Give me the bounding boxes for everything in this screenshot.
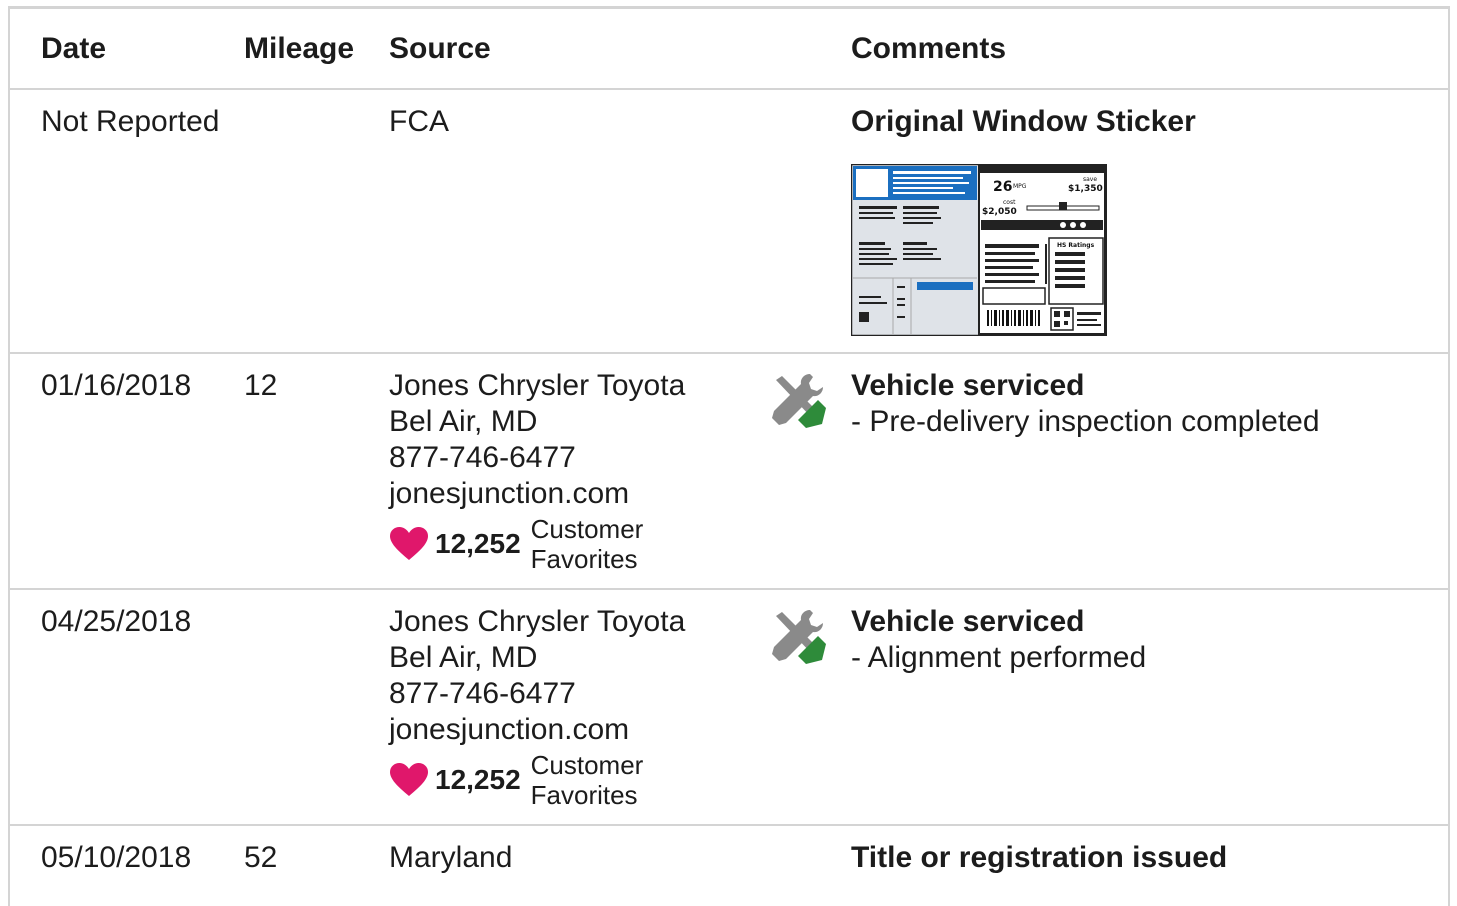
table-row: 04/25/2018 Jones Chrysler Toyota Bel Air…	[8, 590, 1450, 826]
sticker-save-amount: $1,350	[1068, 184, 1103, 194]
row-source: FCA	[389, 105, 449, 138]
header-comments: Comments	[851, 32, 1007, 65]
heart-icon	[390, 527, 428, 560]
comment-title: Original Window Sticker	[851, 105, 1196, 138]
table-row: 05/10/2018 52 Maryland Title or registra…	[8, 826, 1450, 906]
favorites-label: Customer Favorites	[531, 750, 644, 810]
header-source: Source	[389, 32, 491, 65]
source-phone[interactable]: 877-746-6477	[389, 676, 749, 712]
source-name: Jones Chrysler Toyota	[389, 605, 686, 638]
sticker-ratings-label: HS Ratings	[1057, 242, 1095, 249]
favorites-label-line1: Customer	[530, 514, 644, 544]
table-header-row: Date Mileage Source Comments	[8, 6, 1450, 90]
row-mileage: 12	[244, 369, 278, 402]
favorites-label: Customer Favorites	[531, 514, 644, 574]
service-tools-icon	[772, 610, 826, 664]
sticker-cost-label: cost	[1003, 199, 1016, 206]
source-name: Jones Chrysler Toyota	[389, 369, 686, 402]
customer-favorites[interactable]: 12,252 Customer Favorites	[389, 514, 749, 574]
row-mileage: 52	[244, 841, 278, 874]
favorites-label-line2: Favorites	[530, 780, 638, 810]
window-sticker-thumbnail[interactable]: 26 MPG save $1,350 cost $2,050 HS Rating…	[851, 164, 1107, 336]
favorites-label-line2: Favorites	[530, 544, 638, 574]
comment-detail: - Pre-delivery inspection completed	[851, 405, 1320, 438]
row-date: 04/25/2018	[41, 605, 192, 638]
comment-title: Title or registration issued	[851, 841, 1228, 874]
sticker-cost-amount: $2,050	[982, 207, 1017, 217]
table-row: 01/16/2018 12 Jones Chrysler Toyota Bel …	[8, 354, 1450, 590]
header-mileage: Mileage	[244, 32, 355, 65]
service-tools-icon	[772, 374, 826, 428]
source-location: Bel Air, MD	[389, 641, 538, 674]
favorites-count: 12,252	[435, 528, 521, 559]
source-phone[interactable]: 877-746-6477	[389, 440, 749, 476]
source-website-link[interactable]: jonesjunction.com	[389, 712, 749, 748]
source-location: Bel Air, MD	[389, 405, 538, 438]
comment-title: Vehicle serviced	[851, 605, 1085, 638]
favorites-label-line1: Customer	[530, 750, 644, 780]
customer-favorites[interactable]: 12,252 Customer Favorites	[389, 750, 749, 810]
favorites-count: 12,252	[435, 764, 521, 795]
sticker-mpg: 26	[993, 179, 1012, 195]
row-date: 05/10/2018	[41, 841, 192, 874]
row-source: Maryland	[389, 841, 513, 874]
sticker-save-label: save	[1083, 176, 1097, 183]
header-date: Date	[41, 32, 107, 65]
source-block: Jones Chrysler Toyota Bel Air, MD 877-74…	[389, 604, 749, 810]
row-date: Not Reported	[41, 105, 220, 138]
row-date: 01/16/2018	[41, 369, 192, 402]
comment-detail: - Alignment performed	[851, 641, 1147, 674]
heart-icon	[390, 763, 428, 796]
comment-title: Vehicle serviced	[851, 369, 1085, 402]
sticker-mpg-unit: MPG	[1013, 183, 1027, 190]
source-block: Jones Chrysler Toyota Bel Air, MD 877-74…	[389, 368, 749, 574]
source-website-link[interactable]: jonesjunction.com	[389, 476, 749, 512]
table-row: Not Reported FCA Original Window Sticker	[8, 90, 1450, 354]
